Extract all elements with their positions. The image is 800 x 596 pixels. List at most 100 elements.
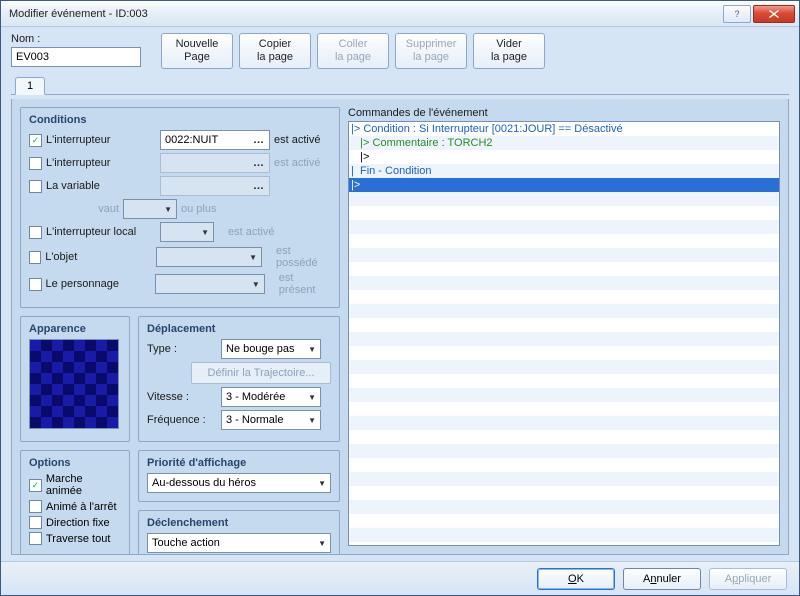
cond-selfswitch-suffix: est activé — [228, 226, 274, 238]
cond-switch1-input[interactable]: 0022:NUIT… — [160, 130, 270, 150]
trigger-title: Déclenchement — [147, 517, 331, 529]
appearance-title: Apparence — [29, 323, 121, 335]
cond-variable-check[interactable] — [29, 180, 42, 193]
command-line[interactable] — [349, 318, 779, 332]
command-line[interactable] — [349, 472, 779, 486]
command-line[interactable] — [349, 234, 779, 248]
move-type-select[interactable]: Ne bouge pas▼ — [221, 339, 321, 359]
cond-actor-input: ▼ — [155, 274, 265, 294]
trigger-select[interactable]: Touche action▼ — [147, 533, 331, 553]
options-title: Options — [29, 457, 121, 469]
window-buttons: ? — [723, 5, 795, 23]
command-line[interactable] — [349, 430, 779, 444]
conditions-title: Conditions — [29, 114, 331, 126]
opt-walk-label: Marche animée — [46, 473, 121, 497]
command-line[interactable] — [349, 192, 779, 206]
event-editor-window: Modifier événement - ID:003 ? Nom : Nouv… — [0, 0, 800, 596]
tab-page-1[interactable]: 1 — [15, 77, 45, 95]
command-line[interactable] — [349, 276, 779, 290]
ok-button[interactable]: OK — [537, 568, 615, 590]
command-line[interactable] — [349, 262, 779, 276]
cond-variable-label: La variable — [46, 180, 156, 192]
clear-page-button[interactable]: Viderla page — [473, 33, 545, 69]
command-line[interactable] — [349, 402, 779, 416]
command-line[interactable] — [349, 416, 779, 430]
command-line[interactable] — [349, 374, 779, 388]
ellipsis-icon: … — [253, 180, 265, 192]
cond-item-label: L'objet — [45, 251, 91, 263]
trigger-group: Déclenchement Touche action▼ — [138, 510, 340, 555]
opt-dir-check[interactable] — [29, 516, 42, 529]
dialog-footer: OK Annuler Appliquer — [1, 561, 799, 595]
command-line[interactable] — [349, 500, 779, 514]
command-line[interactable] — [349, 304, 779, 318]
command-line[interactable] — [349, 220, 779, 234]
name-label: Nom : — [11, 33, 141, 45]
left-column: Conditions ✓ L'interrupteur 0022:NUIT… e… — [20, 107, 340, 546]
command-line[interactable] — [349, 528, 779, 542]
move-speed-label: Vitesse : — [147, 391, 217, 403]
page-pane: Conditions ✓ L'interrupteur 0022:NUIT… e… — [11, 99, 789, 555]
ellipsis-icon[interactable]: … — [253, 134, 265, 146]
movement-group: Déplacement Type : Ne bouge pas▼ Définir… — [138, 316, 340, 442]
top-row: Nom : NouvellePage Copierla page Collerl… — [11, 33, 789, 69]
new-page-button[interactable]: NouvellePage — [161, 33, 233, 69]
command-line[interactable] — [349, 514, 779, 528]
commands-list[interactable]: |> Condition : Si Interrupteur [0021:JOU… — [348, 121, 780, 546]
command-line[interactable]: |> Condition : Si Interrupteur [0021:JOU… — [349, 122, 779, 136]
name-input[interactable] — [11, 47, 141, 67]
cancel-button[interactable]: Annuler — [623, 568, 701, 590]
move-freq-label: Fréquence : — [147, 414, 217, 426]
command-line[interactable] — [349, 290, 779, 304]
cond-switch2-suffix: est activé — [274, 157, 320, 169]
close-icon — [769, 10, 779, 18]
priority-group: Priorité d'affichage Au-dessous du héros… — [138, 450, 340, 502]
cond-item-check[interactable] — [29, 251, 41, 264]
copy-page-button[interactable]: Copierla page — [239, 33, 311, 69]
command-line[interactable]: | Fin - Condition — [349, 164, 779, 178]
cond-selfswitch-label: L'interrupteur local — [46, 226, 156, 238]
close-button[interactable] — [753, 5, 795, 23]
command-line[interactable]: |> Commentaire : TORCH2 — [349, 136, 779, 150]
cond-switch1-label: L'interrupteur — [46, 134, 156, 146]
opt-walk-check[interactable]: ✓ — [29, 479, 42, 492]
opt-thru-check[interactable] — [29, 532, 42, 545]
command-line[interactable] — [349, 206, 779, 220]
paste-page-button[interactable]: Collerla page — [317, 33, 389, 69]
command-line[interactable] — [349, 486, 779, 500]
command-line[interactable] — [349, 458, 779, 472]
cond-ouplus-label: ou plus — [181, 203, 216, 215]
priority-title: Priorité d'affichage — [147, 457, 331, 469]
delete-page-button[interactable]: Supprimerla page — [395, 33, 467, 69]
appearance-group: Apparence — [20, 316, 130, 442]
titlebar[interactable]: Modifier événement - ID:003 ? — [1, 1, 799, 27]
command-line[interactable] — [349, 360, 779, 374]
cond-selfswitch-check[interactable] — [29, 226, 42, 239]
cond-item-suffix: est possédé — [276, 245, 331, 269]
cond-actor-check[interactable] — [29, 278, 42, 291]
cond-actor-label: Le personnage — [46, 278, 152, 290]
sprite-preview[interactable] — [29, 339, 119, 429]
command-line[interactable] — [349, 444, 779, 458]
conditions-group: Conditions ✓ L'interrupteur 0022:NUIT… e… — [20, 107, 340, 308]
move-freq-select[interactable]: 3 - Normale▼ — [221, 410, 321, 430]
command-line[interactable] — [349, 332, 779, 346]
command-line[interactable] — [349, 248, 779, 262]
command-line[interactable] — [349, 388, 779, 402]
command-line[interactable] — [349, 346, 779, 360]
cond-switch2-label: L'interrupteur — [46, 157, 156, 169]
help-button[interactable]: ? — [723, 5, 751, 23]
cond-switch1-check[interactable]: ✓ — [29, 134, 42, 147]
command-line[interactable]: |> — [349, 150, 779, 164]
command-line[interactable]: |> — [349, 178, 779, 192]
opt-step-check[interactable] — [29, 500, 42, 513]
move-speed-select[interactable]: 3 - Modérée▼ — [221, 387, 321, 407]
cond-switch2-check[interactable] — [29, 157, 42, 170]
opt-step-label: Animé à l'arrêt — [46, 501, 117, 513]
priority-select[interactable]: Au-dessous du héros▼ — [147, 473, 331, 493]
cond-selfswitch-input: ▼ — [160, 222, 214, 242]
window-title: Modifier événement - ID:003 — [9, 8, 723, 20]
trajectory-button: Définir la Trajectoire... — [191, 362, 331, 384]
dialog-body: Nom : NouvellePage Copierla page Collerl… — [1, 27, 799, 561]
cond-actor-suffix: est présent — [279, 272, 331, 296]
